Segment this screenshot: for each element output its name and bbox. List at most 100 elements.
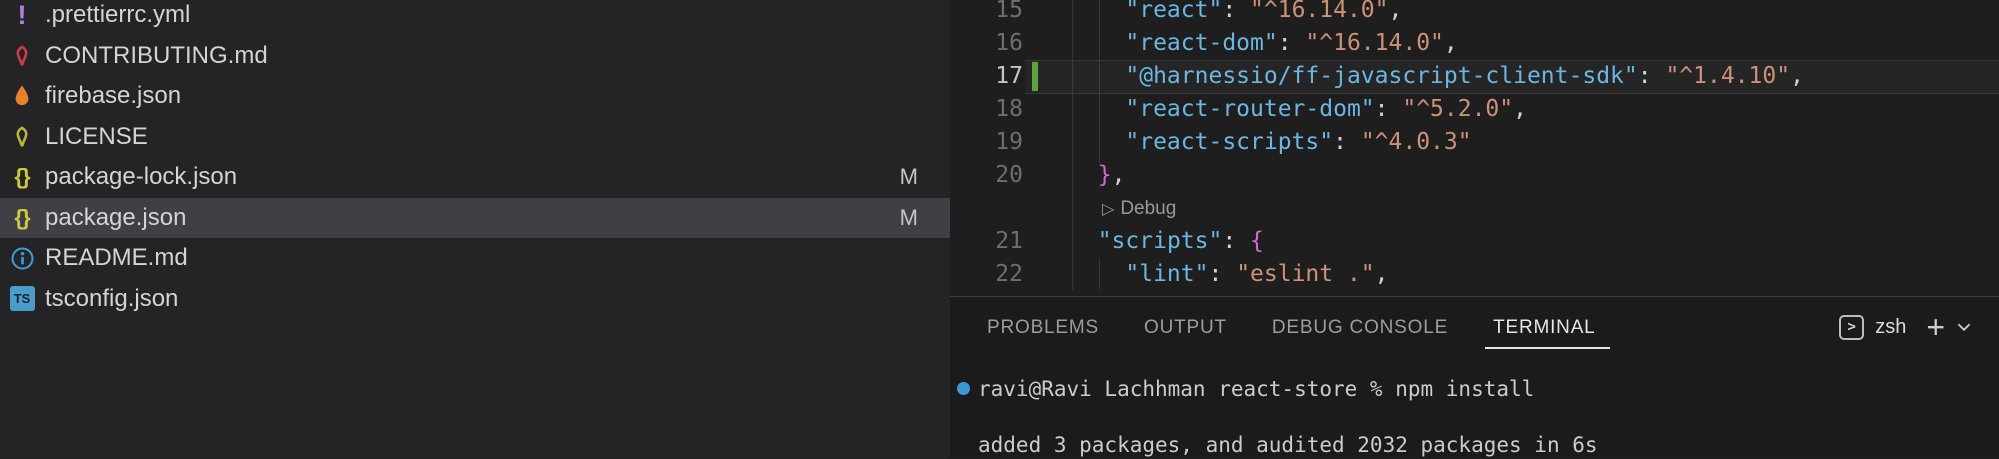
file-name: CONTRIBUTING.md bbox=[45, 42, 268, 70]
code-token: : bbox=[1638, 63, 1666, 89]
license-ribbon-icon bbox=[8, 122, 36, 152]
file-name: package-lock.json bbox=[45, 163, 237, 191]
shell-name-label[interactable]: zsh bbox=[1875, 316, 1906, 339]
code-line-19[interactable]: 19 "react-scripts": "^4.0.3" bbox=[950, 126, 1999, 159]
file-name: LICENSE bbox=[45, 123, 148, 151]
code-token: , bbox=[1112, 162, 1126, 188]
code-token: "^5.2.0" bbox=[1402, 96, 1513, 122]
code-token: , bbox=[1513, 96, 1527, 122]
code-token: "scripts" bbox=[1098, 228, 1223, 254]
tab-debug-console[interactable]: DEBUG CONSOLE bbox=[1272, 297, 1448, 361]
file-row-firebase-json[interactable]: firebase.json bbox=[0, 76, 950, 117]
file-row-contributing-md[interactable]: CONTRIBUTING.md bbox=[0, 36, 950, 77]
codelens-label: Debug bbox=[1120, 198, 1176, 219]
code-token: } bbox=[1098, 162, 1112, 188]
line-number: 21 bbox=[950, 225, 1023, 258]
code-token bbox=[1070, 96, 1125, 122]
code-token: : bbox=[1208, 261, 1236, 287]
code-text: "react-dom": "^16.14.0", bbox=[1070, 27, 1458, 60]
code-text: "react-router-dom": "^5.2.0", bbox=[1070, 93, 1527, 126]
firebase-flame-icon bbox=[8, 81, 36, 111]
code-token: , bbox=[1790, 63, 1804, 89]
code-token: : bbox=[1222, 0, 1250, 23]
code-line-21[interactable]: 21 "scripts": { bbox=[950, 225, 1999, 258]
code-token bbox=[1070, 129, 1125, 155]
line-number: 16 bbox=[950, 27, 1023, 60]
code-token: "^16.14.0" bbox=[1250, 0, 1388, 23]
bottom-panel: PROBLEMS OUTPUT DEBUG CONSOLE TERMINAL > zs… bbox=[950, 296, 1999, 458]
code-text: "lint": "eslint .", bbox=[1070, 258, 1389, 291]
code-token: { bbox=[1250, 228, 1264, 254]
code-token: "^16.14.0" bbox=[1305, 30, 1443, 56]
code-line-18[interactable]: 18 "react-router-dom": "^5.2.0", bbox=[950, 93, 1999, 126]
code-token: "react-scripts" bbox=[1125, 129, 1333, 155]
command-decoration-dot[interactable] bbox=[957, 382, 970, 395]
code-token: "^1.4.10" bbox=[1665, 63, 1790, 89]
file-row-package-lock-json[interactable]: {} package-lock.json M bbox=[0, 157, 950, 198]
line-number: 18 bbox=[950, 93, 1023, 126]
code-token bbox=[1070, 228, 1098, 254]
typescript-icon: TS bbox=[8, 284, 36, 314]
file-name: README.md bbox=[45, 244, 188, 272]
code-line-22[interactable]: 22 "lint": "eslint .", bbox=[950, 258, 1999, 291]
line-number: 20 bbox=[950, 159, 1023, 192]
terminal-line: ravi@Ravi Lachhman react-store % npm ins… bbox=[978, 375, 1999, 403]
code-token: "@harnessio/ff-javascript-client-sdk" bbox=[1125, 63, 1637, 89]
tab-output[interactable]: OUTPUT bbox=[1144, 297, 1227, 361]
terminal-line: added 3 packages, and audited 2032 packa… bbox=[978, 431, 1999, 459]
code-token: : bbox=[1278, 30, 1306, 56]
code-line-17[interactable]: 17 "@harnessio/ff-javascript-client-sdk"… bbox=[950, 60, 1999, 93]
tab-terminal[interactable]: TERMINAL bbox=[1493, 297, 1595, 361]
code-token: : bbox=[1222, 228, 1250, 254]
terminal-controls: > zsh + bbox=[1839, 314, 1973, 340]
file-explorer: ! .prettierrc.yml CONTRIBUTING.md firebase.… bbox=[0, 0, 950, 458]
code-token: "eslint ." bbox=[1236, 261, 1374, 287]
code-text: "scripts": { bbox=[1070, 225, 1264, 258]
code-token: : bbox=[1333, 129, 1361, 155]
code-text: "@harnessio/ff-javascript-client-sdk": "… bbox=[1070, 60, 1804, 93]
code-token: , bbox=[1375, 261, 1389, 287]
codelens-debug-link[interactable]: ▷ Debug bbox=[1102, 192, 1176, 226]
file-list: ! .prettierrc.yml CONTRIBUTING.md firebase.… bbox=[0, 0, 950, 319]
terminal-text: ravi@Ravi Lachhman react-store % npm ins… bbox=[978, 377, 1534, 401]
code-token: "lint" bbox=[1125, 261, 1208, 287]
code-token: : bbox=[1375, 96, 1403, 122]
code-line-16[interactable]: 16 "react-dom": "^16.14.0", bbox=[950, 27, 1999, 60]
code-token bbox=[1070, 261, 1125, 287]
info-circle-icon bbox=[8, 243, 36, 273]
terminal-text: added 3 packages, and audited 2032 packa… bbox=[978, 433, 1598, 457]
codelens-row: ▷ Debug bbox=[950, 192, 1999, 225]
file-row-package-json[interactable]: {}package.jsonM bbox=[0, 198, 950, 239]
code-line-20[interactable]: 20 }, bbox=[950, 159, 1999, 192]
file-name: .prettierrc.yml bbox=[45, 1, 190, 29]
line-number: 17 bbox=[950, 60, 1023, 93]
code-token: "react-router-dom" bbox=[1125, 96, 1374, 122]
tab-problems[interactable]: PROBLEMS bbox=[987, 297, 1099, 361]
json-braces-icon: {} bbox=[8, 203, 36, 233]
json-braces-icon: {} bbox=[8, 162, 36, 192]
play-outline-icon: ▷ bbox=[1102, 201, 1114, 218]
new-terminal-button[interactable]: + bbox=[1926, 315, 1945, 339]
chevron-down-icon[interactable] bbox=[1955, 318, 1973, 336]
file-row--prettierrc-yml[interactable]: ! .prettierrc.yml bbox=[0, 0, 950, 36]
code-editor[interactable]: 15 "react": "^16.14.0",16 "react-dom": "… bbox=[950, 0, 1999, 296]
code-token: "react-dom" bbox=[1125, 30, 1277, 56]
git-modified-badge: M bbox=[900, 164, 918, 190]
code-text: "react-scripts": "^4.0.3" bbox=[1070, 126, 1472, 159]
terminal-output[interactable]: ravi@Ravi Lachhman react-store % npm ins… bbox=[978, 375, 1999, 459]
code-token bbox=[1070, 162, 1098, 188]
code-line-15[interactable]: 15 "react": "^16.14.0", bbox=[950, 0, 1999, 27]
code-token: , bbox=[1444, 30, 1458, 56]
file-row-readme-md[interactable]: README.md bbox=[0, 238, 950, 279]
code-token: "react" bbox=[1125, 0, 1222, 23]
code-token bbox=[1070, 0, 1125, 23]
file-row-tsconfig-json[interactable]: TStsconfig.json bbox=[0, 279, 950, 320]
file-row-license[interactable]: LICENSE bbox=[0, 117, 950, 158]
git-modified-badge: M bbox=[900, 205, 918, 231]
terminal-icon[interactable]: > bbox=[1839, 315, 1864, 340]
code-token bbox=[1070, 30, 1125, 56]
line-number: 19 bbox=[950, 126, 1023, 159]
prettier-exclamation-icon: ! bbox=[8, 0, 36, 30]
ribbon-icon bbox=[8, 41, 36, 71]
code-text: "react": "^16.14.0", bbox=[1070, 0, 1402, 27]
